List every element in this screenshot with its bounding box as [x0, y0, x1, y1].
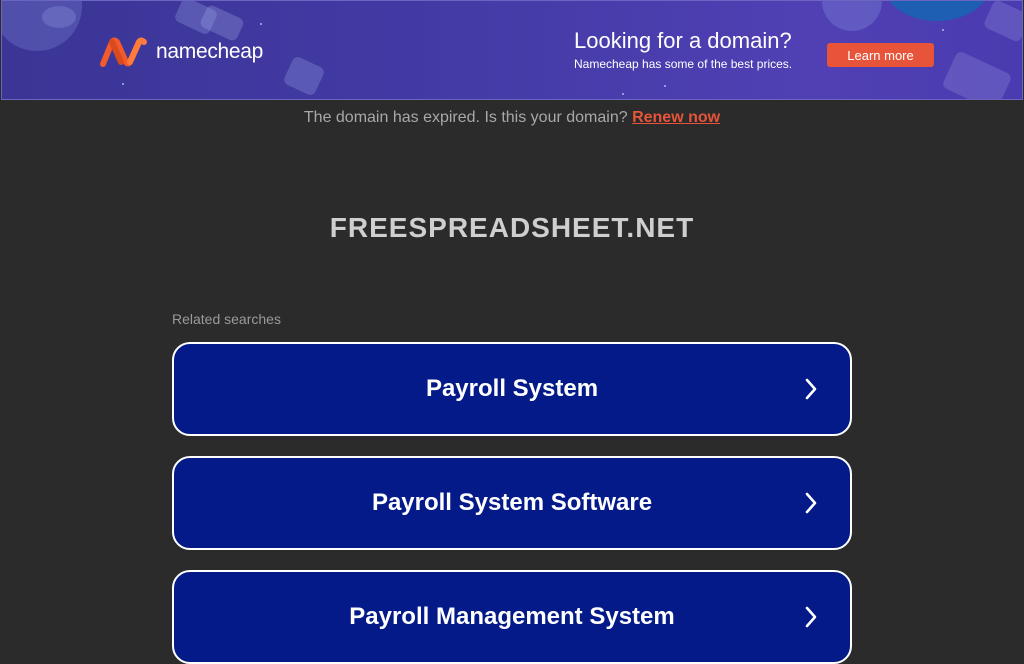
promo-subtitle: Namecheap has some of the best prices.	[574, 57, 793, 71]
related-search-button[interactable]: Payroll Management System	[172, 570, 852, 664]
related-search-label: Payroll System	[425, 375, 599, 402]
expired-notice: The domain has expired. Is this your dom…	[0, 109, 1024, 127]
namecheap-logo-icon	[100, 37, 147, 67]
decor-dot	[122, 83, 124, 85]
promo-title: Looking for a domain?	[574, 28, 792, 53]
related-searches-label: Related searches	[172, 311, 281, 327]
chevron-right-icon	[805, 492, 817, 514]
decor-bubble	[882, 1, 992, 21]
related-search-label: Payroll Management System	[349, 603, 675, 630]
decor-dot	[664, 85, 666, 87]
brand-name: namecheap	[156, 40, 264, 63]
decor-dot	[942, 29, 944, 31]
related-search-button[interactable]: Payroll System	[172, 342, 852, 436]
expired-text: The domain has expired. Is this your dom…	[303, 109, 628, 126]
decor-dot	[260, 23, 262, 25]
brand-logo[interactable]: namecheap	[100, 37, 263, 67]
domain-name-heading: FREESPREADSHEET.NET	[329, 212, 695, 243]
decor-card	[982, 1, 1022, 44]
learn-more-button[interactable]: Learn more	[827, 43, 934, 67]
chevron-right-icon	[805, 606, 817, 628]
chevron-right-icon	[805, 378, 817, 400]
decor-bubble	[822, 1, 882, 31]
promo-text: Looking for a domain? Namecheap has some…	[574, 28, 792, 71]
decor-card	[941, 50, 1013, 99]
decor-bubble	[42, 6, 76, 28]
decor-card	[282, 55, 326, 97]
decor-dot	[622, 93, 624, 95]
related-search-button[interactable]: Payroll System Software	[172, 456, 852, 550]
promo-banner[interactable]: namecheap Looking for a domain? Namechea…	[1, 0, 1023, 100]
renew-now-link[interactable]: Renew now	[632, 109, 720, 126]
related-search-label: Payroll System Software	[371, 489, 653, 516]
